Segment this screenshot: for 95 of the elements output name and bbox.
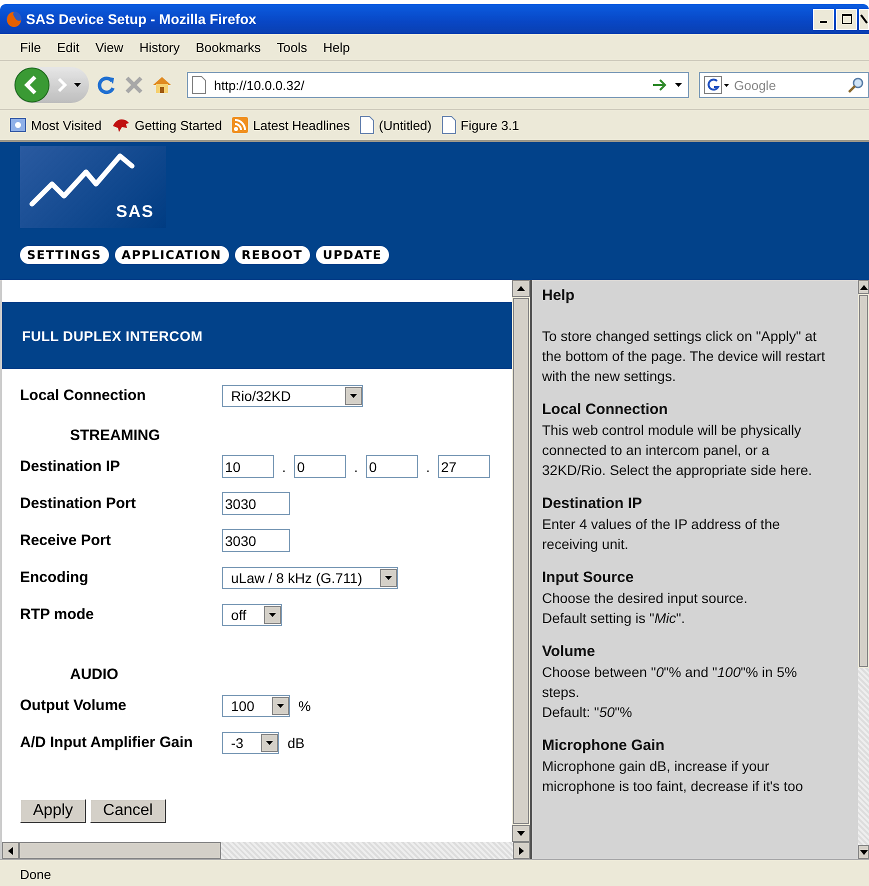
help-text: To store changed settings click on "Apply" at the bottom of the page. The device will restart with the new settings.	[542, 327, 826, 386]
logo: SAS	[20, 146, 166, 228]
field-label: Destination Port	[20, 495, 137, 512]
field-label: Encoding	[20, 569, 90, 586]
scroll-down-icon[interactable]	[860, 850, 868, 854]
nav-button[interactable]: SETTINGS	[20, 246, 108, 264]
help-heading: Destination IP	[542, 494, 644, 514]
field-label: Output Volume	[20, 697, 128, 714]
help-heading: Microphone Gain	[542, 736, 666, 756]
page-icon	[442, 116, 456, 134]
dropdown[interactable]: uLaw / 8 kHz (G.711)	[222, 566, 398, 588]
help-heading: Input Source	[542, 568, 635, 588]
go-arrow-icon[interactable]	[653, 79, 667, 91]
field-label: RTP mode	[20, 606, 95, 623]
section-heading: STREAMING	[69, 426, 161, 446]
close-button[interactable]	[859, 8, 869, 30]
form-button[interactable]: Cancel	[90, 799, 166, 823]
search-bar[interactable]: Google	[699, 72, 869, 98]
page-icon	[360, 116, 374, 134]
help-heading: Local Connection	[542, 400, 669, 420]
input-field[interactable]: 3030	[222, 492, 290, 515]
minimize-button[interactable]	[813, 8, 834, 30]
ip-separator: .	[425, 458, 431, 474]
ip-separator: .	[281, 458, 287, 474]
caret-icon	[350, 394, 357, 398]
g-icon	[704, 76, 730, 94]
page-icon	[192, 76, 206, 94]
scroll-up-icon[interactable]	[517, 286, 525, 291]
dropdown-caret-icon	[675, 83, 682, 87]
menu-item[interactable]: Help	[315, 38, 358, 56]
field-label: Local Connection	[20, 387, 147, 404]
scroll-down-icon[interactable]	[517, 831, 525, 836]
maximize-icon	[842, 14, 852, 24]
bookmark-item[interactable]: Figure 3.1	[442, 116, 520, 134]
ip-field[interactable]: 10	[222, 455, 274, 478]
bookmark-item[interactable]: (Untitled)	[360, 116, 432, 134]
dropdown[interactable]: off	[222, 604, 282, 626]
field-label: A/D Input Amplifier Gain	[20, 734, 194, 751]
folder-icon	[10, 118, 26, 132]
help-heading: Volume	[542, 642, 596, 662]
bookmark-item[interactable]: Latest Headlines	[232, 117, 350, 133]
help-text: This web control module will be physically connected to an intercom panel, or a 32KD/Rio. Select the appropriate side here.	[542, 421, 814, 480]
dropdown[interactable]: -3	[222, 732, 280, 754]
dropdown[interactable]: 100	[222, 694, 290, 716]
scroll-left-icon[interactable]	[8, 846, 13, 854]
section-heading: AUDIO	[69, 665, 120, 685]
ip-separator: .	[353, 458, 359, 474]
menu-item[interactable]: History	[131, 38, 188, 56]
menu-item[interactable]: View	[87, 38, 132, 56]
bookmark-item[interactable]: Most Visited	[10, 118, 102, 132]
form-button[interactable]: Apply	[20, 799, 86, 823]
history-caret-icon	[74, 83, 81, 87]
unit-label: dB	[287, 734, 305, 750]
caret-icon	[266, 740, 274, 744]
nav-button[interactable]: UPDATE	[316, 246, 389, 264]
help-text: Microphone gain dB, increase if your microphone is too faint, decrease if it's too	[542, 757, 804, 796]
back-button[interactable]	[14, 67, 50, 103]
help-text: Choose between "0"% and "100"% in 5% steps.	[542, 663, 798, 702]
help-text: Default setting is "Mic".	[542, 609, 686, 628]
address-field[interactable]: http://10.0.0.32/	[187, 72, 689, 98]
unit-label: %	[298, 698, 311, 714]
help-title: Help	[542, 286, 576, 306]
menu-item[interactable]: Bookmarks	[188, 38, 269, 56]
maximize-button[interactable]	[836, 8, 857, 30]
field-label: Receive Port	[20, 532, 112, 549]
bird-icon	[112, 117, 130, 133]
window-title: SAS Device Setup - Mozilla Firefox	[26, 11, 258, 27]
feed-icon	[232, 117, 248, 133]
status-text: Done	[20, 867, 52, 882]
close-icon	[860, 14, 868, 24]
input-field[interactable]: 3030	[222, 529, 290, 552]
caret-icon	[385, 576, 392, 580]
reload-icon[interactable]	[95, 74, 117, 96]
section-title: FULL DUPLEX INTERCOM	[2, 302, 512, 369]
dropdown[interactable]: Rio/32KD	[222, 384, 363, 406]
ip-field[interactable]: 0	[366, 455, 418, 478]
bookmark-item[interactable]: Getting Started	[112, 117, 222, 133]
home-icon[interactable]	[151, 74, 173, 96]
field-label: Destination IP	[20, 458, 122, 475]
nav-button[interactable]: APPLICATION	[114, 246, 229, 264]
ip-field[interactable]: 0	[294, 455, 346, 478]
menu-item[interactable]: Tools	[268, 38, 316, 56]
ip-field[interactable]: 27	[438, 455, 490, 478]
caret-icon	[277, 704, 284, 708]
firefox-icon	[6, 11, 22, 27]
help-text: Default: "50"%	[542, 703, 634, 722]
menu-item[interactable]: Edit	[48, 38, 88, 56]
scroll-right-icon[interactable]	[519, 846, 524, 854]
menu-item[interactable]: File	[12, 38, 49, 56]
caret-icon	[269, 612, 276, 616]
help-text: Enter 4 values of the IP address of the receiving unit.	[542, 515, 781, 554]
scroll-up-icon[interactable]	[860, 284, 868, 290]
nav-button[interactable]: REBOOT	[234, 246, 310, 264]
help-text: Choose the desired input source.	[542, 589, 748, 608]
search-icon[interactable]	[848, 77, 864, 93]
